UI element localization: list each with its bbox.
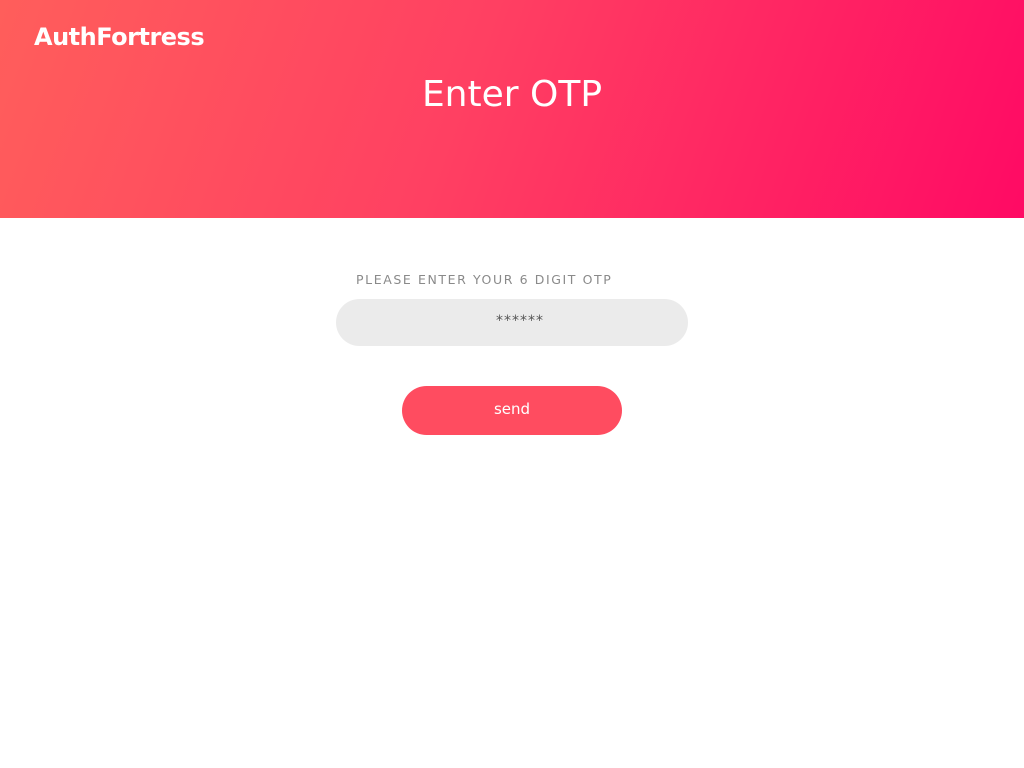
app-logo[interactable]: AuthFortress (34, 20, 205, 54)
header-banner: AuthFortress Enter OTP (0, 0, 1024, 218)
page-title: Enter OTP (421, 74, 603, 115)
send-button[interactable]: send (402, 386, 622, 435)
otp-input[interactable] (336, 299, 688, 346)
otp-label: PLEASE ENTER YOUR 6 DIGIT OTP (356, 272, 613, 287)
